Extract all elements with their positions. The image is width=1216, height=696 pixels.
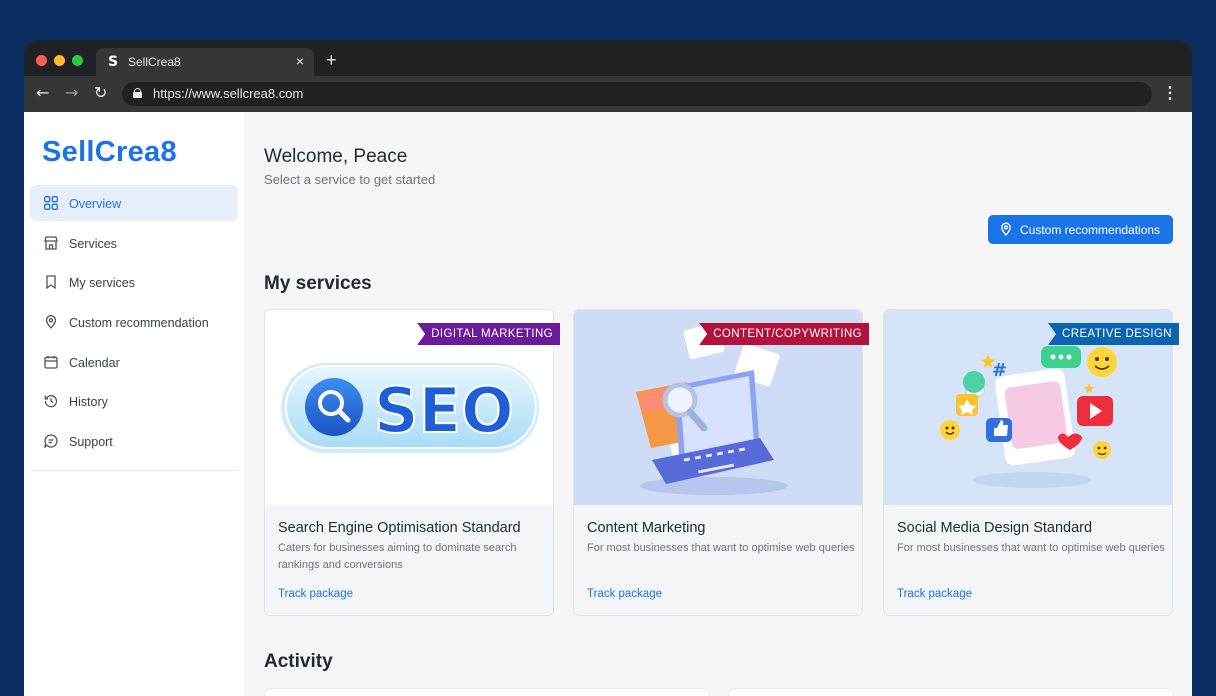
activity-heading: Activity — [264, 651, 333, 672]
service-card-social-media[interactable]: # CREATIVE DESIGN Social Media Design St… — [883, 309, 1179, 616]
sidebar-item-overview[interactable]: Overview — [30, 185, 238, 221]
sidebar-item-label: Support — [69, 435, 113, 450]
forward-icon[interactable]: → — [65, 83, 78, 103]
welcome-subtitle: Select a service to get started — [264, 172, 436, 187]
seo-text: SEO — [374, 374, 514, 447]
card-description: Caters for businesses aiming to dominate… — [278, 542, 517, 571]
close-window-button[interactable] — [36, 55, 47, 66]
track-package-link[interactable]: Track package — [278, 588, 353, 600]
tab-strip: S SellCrea8 × + — [24, 40, 1192, 76]
favicon-icon: S — [108, 54, 119, 70]
welcome-heading: Welcome, Peace — [264, 146, 408, 167]
sidebar-item-label: History — [69, 395, 108, 410]
address-bar[interactable]: https://www.sellcrea8.com — [122, 82, 1152, 106]
card-title: Search Engine Optimisation Standard — [278, 520, 521, 536]
grid-icon — [44, 196, 58, 210]
category-tag: CREATIVE DESIGN — [1048, 323, 1179, 345]
sidebar-item-history[interactable]: History — [30, 383, 238, 419]
new-tab-button[interactable]: + — [326, 50, 337, 70]
browser-window: S SellCrea8 × + ← → ↻ https://www.sellcr… — [24, 40, 1192, 696]
activity-card — [264, 688, 710, 696]
browser-tab[interactable]: S SellCrea8 × — [96, 48, 314, 76]
sidebar-item-label: Services — [69, 236, 117, 251]
sidebar-item-label: My services — [69, 276, 135, 291]
main-content: Welcome, Peace Select a service to get s… — [244, 112, 1192, 696]
tab-title: SellCrea8 — [128, 55, 181, 69]
chat-icon — [44, 434, 58, 449]
sidebar-item-label: Overview — [69, 197, 122, 211]
lock-icon — [133, 88, 142, 98]
sidebar-item-label: Custom recommendation — [69, 316, 209, 331]
storefront-icon — [44, 236, 58, 250]
calendar-icon — [44, 355, 58, 369]
sidebar-item-support[interactable]: Support — [30, 423, 238, 459]
browser-toolbar: ← → ↻ https://www.sellcrea8.com ⋮ — [24, 76, 1192, 112]
page-content: SellCrea8 Overview Services My services … — [24, 112, 1192, 696]
logo[interactable]: SellCrea8 — [42, 136, 177, 169]
location-pin-icon — [1001, 222, 1011, 236]
sidebar-item-my-services[interactable]: My services — [30, 264, 238, 300]
sidebar-item-services[interactable]: Services — [30, 225, 238, 261]
category-tag: DIGITAL MARKETING — [417, 323, 560, 345]
track-package-link[interactable]: Track package — [587, 588, 662, 600]
card-title: Content Marketing — [587, 520, 706, 536]
sidebar-divider — [30, 470, 238, 471]
custom-recommendations-label: Custom recommendations — [1020, 223, 1161, 237]
track-package-link[interactable]: Track package — [897, 588, 972, 600]
sidebar-item-label: Calendar — [69, 355, 120, 370]
service-card-content-marketing[interactable]: CONTENT/COPYWRITING Content Marketing Fo… — [573, 309, 869, 616]
card-title: Social Media Design Standard — [897, 520, 1093, 536]
service-card-seo[interactable]: SEO DIGITAL MARKETING Search Engine Opti… — [264, 309, 560, 616]
custom-recommendations-button[interactable]: Custom recommendations — [988, 215, 1173, 244]
bookmark-icon — [46, 275, 56, 290]
sidebar-nav: Overview Services My services Custom rec… — [30, 185, 238, 463]
minimize-window-button[interactable] — [54, 55, 65, 66]
category-tag: CONTENT/COPYWRITING — [699, 323, 869, 345]
reload-icon[interactable]: ↻ — [94, 83, 107, 103]
back-icon[interactable]: ← — [36, 83, 49, 103]
close-tab-icon[interactable]: × — [296, 53, 304, 69]
browser-menu-icon[interactable]: ⋮ — [1162, 84, 1178, 104]
sidebar-item-calendar[interactable]: Calendar — [30, 344, 238, 380]
card-description: For most businesses that want to optimis… — [587, 542, 855, 554]
maximize-window-button[interactable] — [72, 55, 83, 66]
my-services-heading: My services — [264, 273, 372, 294]
activity-card — [728, 688, 1174, 696]
sidebar-item-custom-recommendation[interactable]: Custom recommendation — [30, 304, 238, 340]
location-pin-icon — [45, 315, 57, 330]
card-description: For most businesses that want to optimis… — [897, 542, 1165, 554]
sidebar: SellCrea8 Overview Services My services … — [24, 112, 244, 696]
url-text[interactable]: https://www.sellcrea8.com — [153, 86, 303, 101]
history-icon — [44, 395, 58, 408]
svg-text:#: # — [992, 360, 1007, 381]
